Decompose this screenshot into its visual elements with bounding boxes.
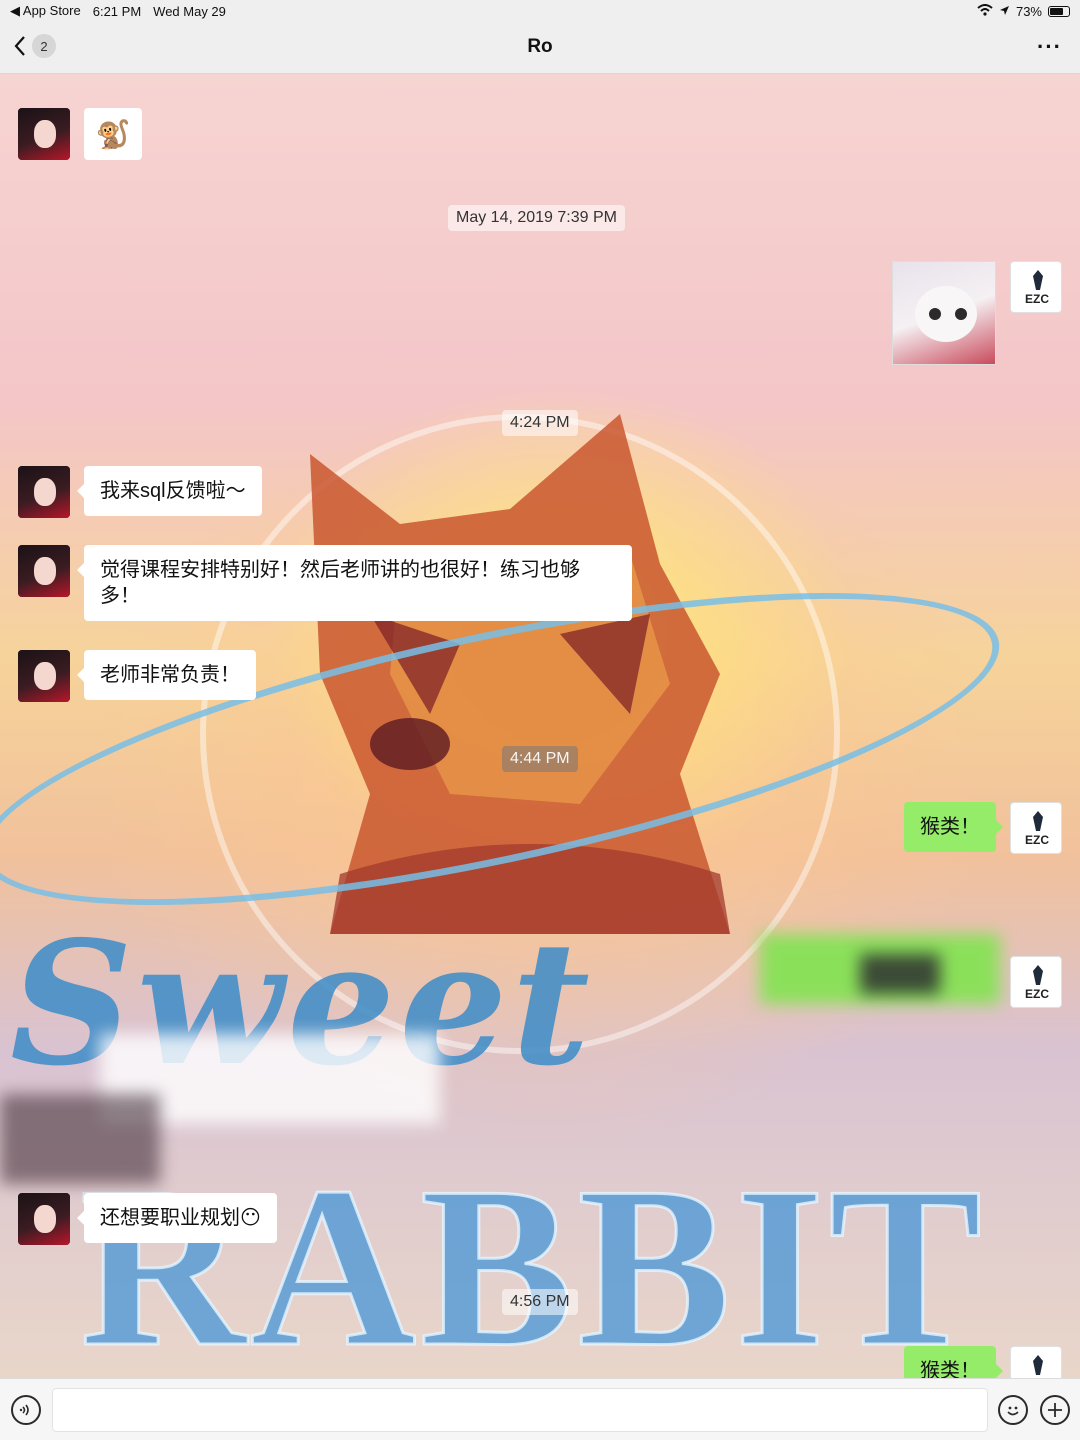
- message-bubble[interactable]: 还想要职业规划😶: [77, 1193, 277, 1243]
- back-app-label: App Store: [22, 3, 81, 18]
- add-attachment-button[interactable]: [1040, 1395, 1070, 1425]
- emoji-icon: [1007, 1406, 1019, 1416]
- plus-icon: [1048, 1403, 1062, 1417]
- message-text-input[interactable]: [52, 1388, 988, 1432]
- chat-title: Ro: [527, 36, 553, 57]
- redacted-patch-dark: [860, 954, 940, 994]
- wallpaper-rabbit-text: RABBIT: [79, 1138, 986, 1379]
- emoji-button[interactable]: [998, 1395, 1028, 1425]
- timestamp: May 14, 2019 7:39 PM: [448, 205, 625, 231]
- contact-avatar[interactable]: [18, 466, 70, 518]
- back-to-app-link[interactable]: ◀ App Store: [10, 3, 81, 19]
- message-row-incoming: 还想要职业规划😶: [18, 1193, 277, 1245]
- tie-icon: [1033, 965, 1043, 985]
- tie-icon: [1033, 270, 1043, 290]
- message-bubble[interactable]: 老师非常负责！: [77, 650, 256, 700]
- timestamp: 4:24 PM: [502, 410, 578, 436]
- message-row-incoming: 🐒: [18, 108, 142, 160]
- voice-input-button[interactable]: [11, 1395, 41, 1425]
- voice-icon: [19, 1404, 29, 1416]
- more-options-button[interactable]: ···: [1037, 34, 1062, 60]
- image-message-cat[interactable]: [892, 261, 996, 365]
- my-avatar[interactable]: EZC: [1010, 261, 1062, 313]
- contact-avatar[interactable]: [18, 1193, 70, 1245]
- contact-avatar[interactable]: [18, 650, 70, 702]
- status-time: 6:21 PM: [92, 3, 142, 19]
- message-row-outgoing: EZC: [1010, 956, 1062, 1008]
- message-row-incoming: 我来sql反馈啦～: [18, 466, 262, 518]
- redacted-patch-dark-left: [0, 1094, 160, 1184]
- contact-avatar[interactable]: [18, 545, 70, 597]
- my-avatar[interactable]: EZC: [1010, 956, 1062, 1008]
- my-avatar-label: EZC: [1025, 833, 1049, 847]
- cat-eye: [955, 308, 967, 320]
- my-avatar-label: EZC: [1025, 292, 1049, 306]
- location-icon: [999, 4, 1010, 19]
- timestamp: 4:56 PM: [502, 1289, 578, 1315]
- contact-avatar[interactable]: [18, 108, 70, 160]
- message-bubble[interactable]: 觉得课程安排特别好！然后老师讲的也很好！练习也够多！: [77, 545, 632, 621]
- battery-percent: 73%: [1015, 3, 1042, 19]
- cat-image: [915, 286, 977, 342]
- message-row-outgoing: EZC: [892, 261, 1062, 365]
- status-date: Wed May 29: [153, 3, 226, 19]
- tie-icon: [1033, 1355, 1043, 1375]
- message-row-incoming: 觉得课程安排特别好！然后老师讲的也很好！练习也够多！: [18, 545, 632, 621]
- message-row-incoming: 老师非常负责！: [18, 650, 256, 702]
- battery-icon: [1048, 5, 1070, 17]
- message-row-outgoing: EZC 猴类！: [904, 802, 1062, 854]
- my-avatar[interactable]: EZC: [1010, 802, 1062, 854]
- chat-header: 2 Ro ···: [0, 22, 1080, 74]
- my-avatar-label: EZC: [1025, 987, 1049, 1001]
- tie-icon: [1033, 811, 1043, 831]
- cat-eye: [929, 308, 941, 320]
- sticker-message[interactable]: 🐒: [84, 108, 142, 160]
- message-input-bar: [0, 1378, 1080, 1440]
- status-bar: ◀ App Store 6:21 PM Wed May 29 73%: [0, 0, 1080, 22]
- wifi-icon: [977, 3, 993, 19]
- message-bubble[interactable]: 我来sql反馈啦～: [77, 466, 262, 516]
- timestamp: 4:44 PM: [502, 746, 578, 772]
- message-bubble[interactable]: 猴类！: [904, 802, 1003, 852]
